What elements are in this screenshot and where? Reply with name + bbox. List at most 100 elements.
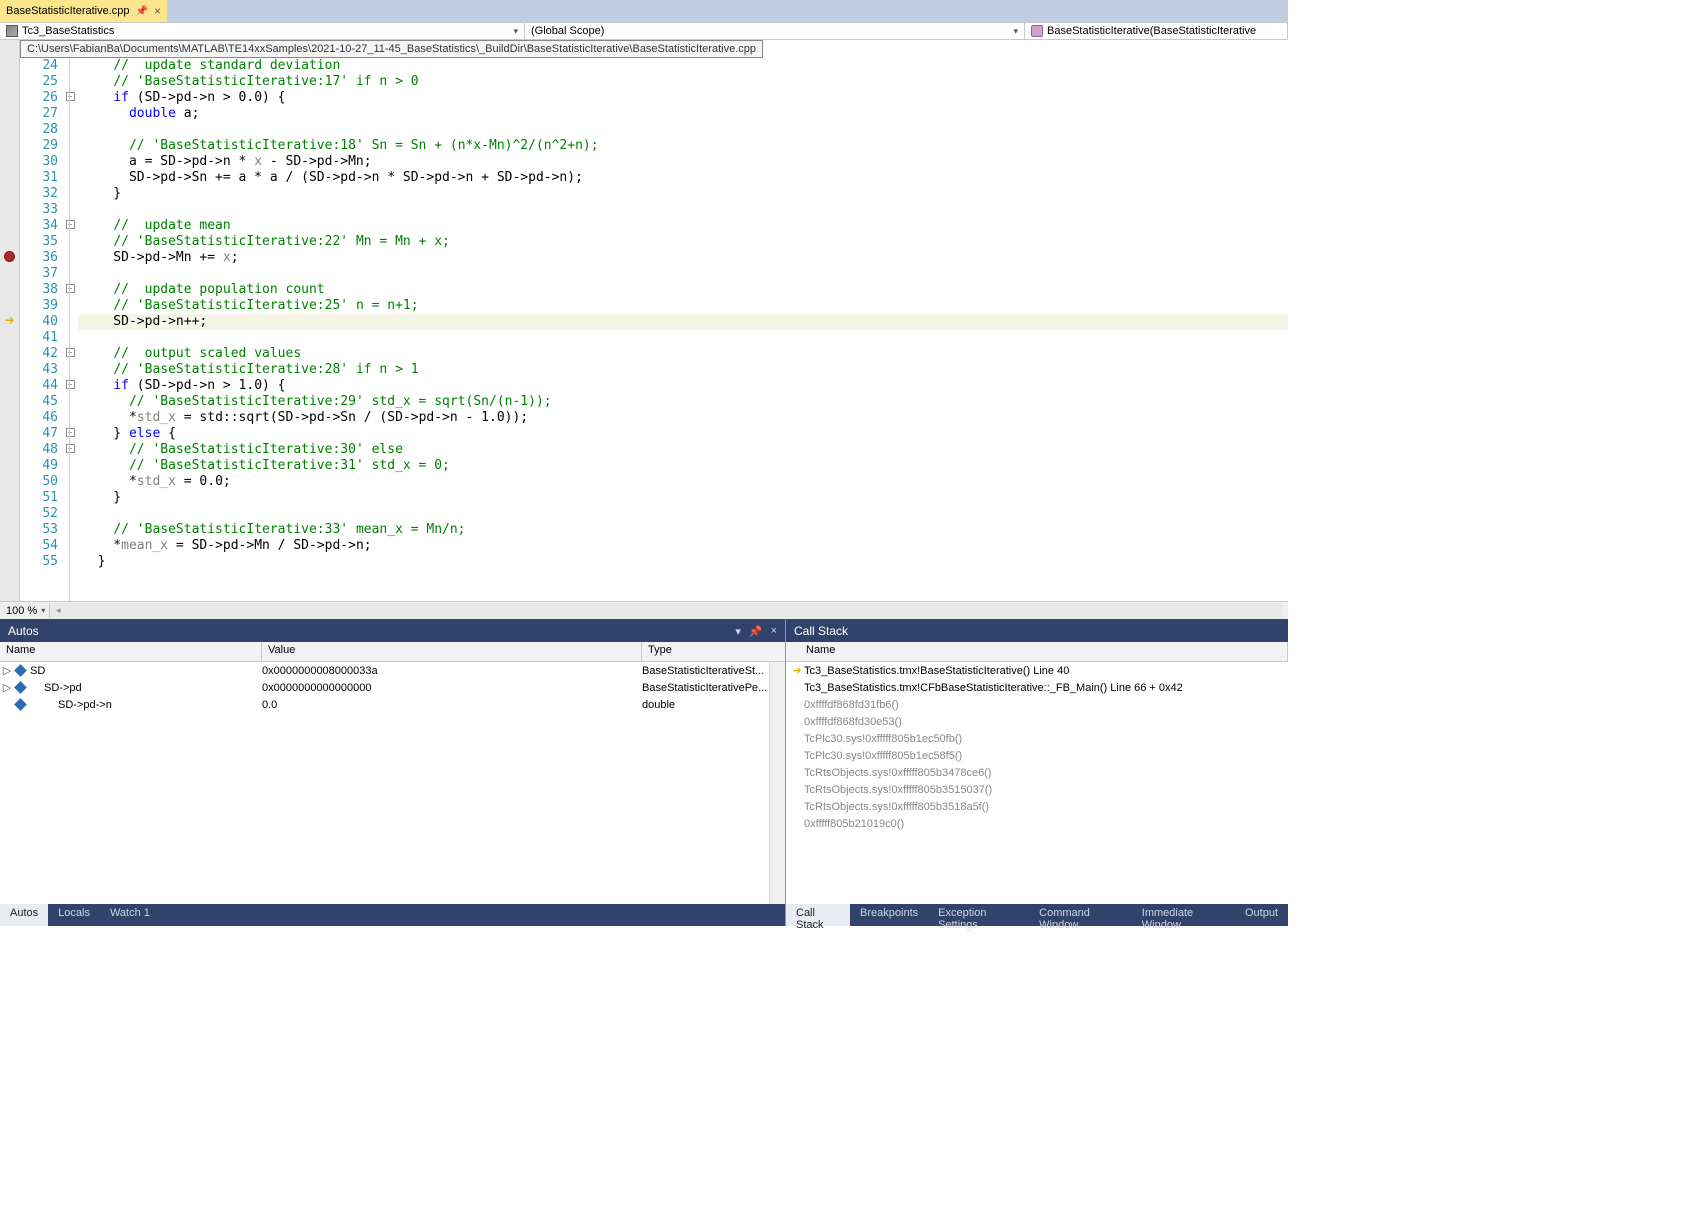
fold-row[interactable] [62, 168, 78, 184]
fold-row[interactable] [62, 104, 78, 120]
pin-icon[interactable]: 📌 [136, 6, 148, 17]
breakpoint-margin-row[interactable] [0, 216, 19, 232]
fold-row[interactable]: − [62, 344, 78, 360]
code-line[interactable]: // 'BaseStatisticIterative:18' Sn = Sn +… [78, 138, 1288, 154]
breakpoint-margin-row[interactable] [0, 536, 19, 552]
fold-row[interactable] [62, 408, 78, 424]
callstack-body[interactable]: ➜Tc3_BaseStatistics.tmx!BaseStatisticIte… [786, 662, 1288, 904]
panel-tab[interactable]: Autos [0, 904, 48, 926]
code-line[interactable]: double a; [78, 106, 1288, 122]
code-line[interactable]: // 'BaseStatisticIterative:30' else [78, 442, 1288, 458]
variable-row[interactable]: SD->pd->n0.0double [0, 696, 785, 713]
fold-row[interactable] [62, 360, 78, 376]
pin-icon[interactable]: 📌 [749, 625, 763, 638]
fold-row[interactable] [62, 296, 78, 312]
breakpoint-margin-row[interactable] [0, 264, 19, 280]
vertical-scrollbar[interactable] [769, 662, 785, 904]
fold-row[interactable] [62, 504, 78, 520]
code-line[interactable] [78, 266, 1288, 282]
breakpoint-margin-row[interactable] [0, 56, 19, 72]
namespace-dropdown[interactable]: Tc3_BaseStatistics ▾ [0, 23, 525, 39]
code-line[interactable]: if (SD->pd->n > 1.0) { [78, 378, 1288, 394]
fold-row[interactable] [62, 472, 78, 488]
panel-tab[interactable]: Immediate Window [1132, 904, 1235, 926]
file-tab-active[interactable]: BaseStatisticIterative.cpp 📌 × [0, 0, 167, 22]
breakpoint-margin-row[interactable] [0, 456, 19, 472]
fold-row[interactable] [62, 232, 78, 248]
panel-tab[interactable]: Command Window [1029, 904, 1132, 926]
fold-row[interactable] [62, 488, 78, 504]
callstack-col-name[interactable]: Name [786, 642, 1288, 661]
code-area[interactable]: // 'BaseStatisticIterative:10' if isempt… [78, 40, 1288, 601]
fold-row[interactable] [62, 136, 78, 152]
variable-row[interactable]: ▷SD0x0000000008000033aBaseStatisticItera… [0, 662, 785, 679]
breakpoint-margin-row[interactable] [0, 472, 19, 488]
callstack-row[interactable]: 0xffffdf868fd31fb6() [786, 696, 1288, 713]
breakpoint-margin-row[interactable] [0, 488, 19, 504]
dropdown-icon[interactable]: ▾ [735, 625, 741, 638]
fold-row[interactable] [62, 264, 78, 280]
fold-toggle-icon[interactable]: − [66, 284, 75, 293]
fold-toggle-icon[interactable]: − [66, 428, 75, 437]
code-line[interactable]: a = SD->pd->n * x - SD->pd->Mn; [78, 154, 1288, 170]
code-line[interactable]: // update population count [78, 282, 1288, 298]
code-line[interactable]: // 'BaseStatisticIterative:25' n = n+1; [78, 298, 1288, 314]
breakpoint-margin-row[interactable] [0, 328, 19, 344]
fold-row[interactable]: − [62, 280, 78, 296]
horizontal-scrollbar[interactable]: ◂ [49, 603, 1282, 618]
code-line[interactable]: // output scaled values [78, 346, 1288, 362]
breakpoint-margin-row[interactable] [0, 232, 19, 248]
breakpoint-margin-row[interactable] [0, 40, 19, 56]
fold-toggle-icon[interactable]: − [66, 444, 75, 453]
breakpoint-margin-row[interactable] [0, 200, 19, 216]
fold-row[interactable] [62, 312, 78, 328]
fold-row[interactable]: − [62, 376, 78, 392]
code-line[interactable] [78, 506, 1288, 522]
autos-col-name[interactable]: Name [0, 642, 262, 661]
breakpoint-margin-row[interactable] [0, 504, 19, 520]
callstack-row[interactable]: 0xfffff805b21019c0() [786, 815, 1288, 832]
breakpoint-margin-row[interactable] [0, 168, 19, 184]
fold-toggle-icon[interactable]: − [66, 220, 75, 229]
code-line[interactable]: } else { [78, 426, 1288, 442]
callstack-row[interactable]: TcRtsObjects.sys!0xfffff805b3515037() [786, 781, 1288, 798]
fold-row[interactable]: − [62, 88, 78, 104]
fold-row[interactable] [62, 56, 78, 72]
code-line[interactable]: } [78, 554, 1288, 570]
breakpoint-margin-row[interactable] [0, 280, 19, 296]
code-line[interactable]: *std_x = std::sqrt(SD->pd->Sn / (SD->pd-… [78, 410, 1288, 426]
panel-tab[interactable]: Output [1235, 904, 1288, 926]
breakpoint-margin-row[interactable] [0, 376, 19, 392]
panel-tab[interactable]: Call Stack [786, 904, 850, 926]
panel-tab[interactable]: Breakpoints [850, 904, 928, 926]
fold-row[interactable] [62, 200, 78, 216]
fold-row[interactable] [62, 184, 78, 200]
chevron-down-icon[interactable]: ▾ [41, 606, 45, 615]
breakpoint-margin-row[interactable] [0, 552, 19, 568]
breakpoint-margin-row[interactable] [0, 408, 19, 424]
fold-row[interactable] [62, 248, 78, 264]
breakpoint-icon[interactable] [4, 251, 15, 262]
fold-toggle-icon[interactable]: − [66, 92, 75, 101]
breakpoint-margin-row[interactable] [0, 344, 19, 360]
breakpoint-margin-row[interactable] [0, 520, 19, 536]
autos-col-value[interactable]: Value [262, 642, 642, 661]
breakpoint-margin-row[interactable] [0, 136, 19, 152]
fold-row[interactable] [62, 520, 78, 536]
fold-toggle-icon[interactable]: − [66, 348, 75, 357]
variable-row[interactable]: ▷SD->pd0x0000000000000000BaseStatisticIt… [0, 679, 785, 696]
callstack-row[interactable]: ➜Tc3_BaseStatistics.tmx!BaseStatisticIte… [786, 662, 1288, 679]
code-line[interactable]: // 'BaseStatisticIterative:33' mean_x = … [78, 522, 1288, 538]
code-line[interactable]: *std_x = 0.0; [78, 474, 1288, 490]
panel-tab[interactable]: Exception Settings [928, 904, 1029, 926]
panel-tab[interactable]: Locals [48, 904, 100, 926]
code-line[interactable]: // 'BaseStatisticIterative:31' std_x = 0… [78, 458, 1288, 474]
code-editor[interactable]: ➜ 23242526272829303132333435363738394041… [0, 40, 1288, 601]
fold-row[interactable]: − [62, 216, 78, 232]
breakpoint-margin-row[interactable]: ➜ [0, 312, 19, 328]
code-line[interactable]: // update mean [78, 218, 1288, 234]
breakpoint-margin-row[interactable] [0, 152, 19, 168]
expand-icon[interactable]: ▷ [0, 664, 14, 677]
fold-row[interactable] [62, 328, 78, 344]
code-line[interactable]: SD->pd->n++; [78, 314, 1288, 330]
